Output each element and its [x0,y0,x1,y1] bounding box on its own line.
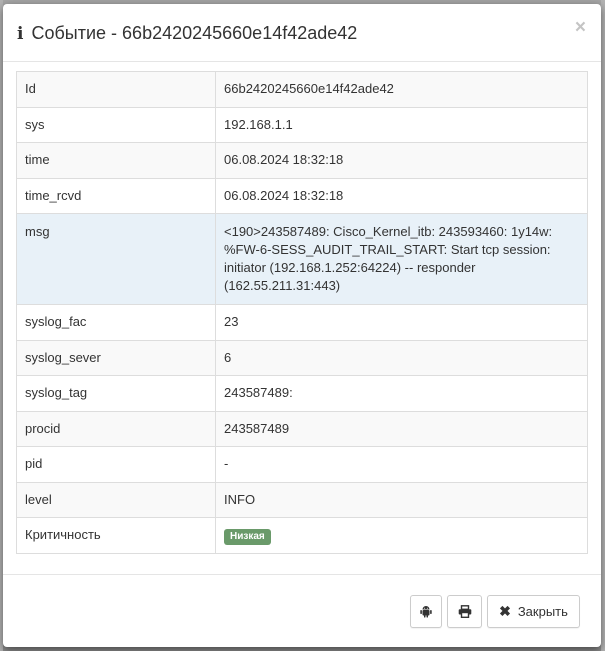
table-row: time 06.08.2024 18:32:18 [16,142,588,179]
table-row: syslog_sever 6 [16,339,588,376]
row-key: time_rcvd [16,177,216,214]
severity-badge: Низкая [224,528,271,545]
row-key: syslog_sever [16,339,216,376]
print-button[interactable] [447,595,482,628]
row-value: 66b2420245660e14f42ade42 [215,71,588,108]
row-value: <190>243587489: Cisco_Kernel_itb: 243593… [215,213,588,305]
table-row: syslog_fac 23 [16,304,588,341]
table-row: Id 66b2420245660e14f42ade42 [16,71,588,108]
row-key: sys [16,106,216,143]
row-key: Id [16,71,216,108]
table-row: syslog_tag 243587489: [16,375,588,412]
event-details-table: Id 66b2420245660e14f42ade42 sys 192.168.… [16,71,588,554]
close-button[interactable]: ✖ Закрыть [487,595,580,628]
table-row: Критичность Низкая [16,517,588,554]
table-row: procid 243587489 [16,410,588,447]
row-key: time [16,142,216,179]
row-value: INFO [215,481,588,518]
print-icon [458,605,471,618]
table-row: sys 192.168.1.1 [16,106,588,143]
row-key: pid [16,446,216,483]
android-button[interactable] [410,595,442,628]
row-key: level [16,481,216,518]
row-key: msg [16,213,216,305]
row-value: 243587489 [215,410,588,447]
table-row: time_rcvd 06.08.2024 18:32:18 [16,177,588,214]
close-button-label: Закрыть [517,604,568,619]
row-value: Низкая [215,517,588,554]
row-key: syslog_fac [16,304,216,341]
modal-title-text: Событие - 66b2420245660e14f42ade42 [31,23,358,43]
background-edge-right [601,0,605,651]
row-value: - [215,446,588,483]
modal-header: i Событие - 66b2420245660e14f42ade42 × [3,4,601,62]
close-icon[interactable]: × [575,18,586,37]
row-value: 6 [215,339,588,376]
row-value: 243587489: [215,375,588,412]
close-x-icon: ✖ [499,603,511,619]
row-key: procid [16,410,216,447]
modal-body: Id 66b2420245660e14f42ade42 sys 192.168.… [16,71,588,554]
row-value: 06.08.2024 18:32:18 [215,142,588,179]
row-value: 23 [215,304,588,341]
row-value: 06.08.2024 18:32:18 [215,177,588,214]
android-icon [420,606,432,618]
modal-footer: ✖ Закрыть [3,574,601,647]
table-row: msg <190>243587489: Cisco_Kernel_itb: 24… [16,213,588,305]
event-modal: i Событие - 66b2420245660e14f42ade42 × I… [3,4,601,647]
info-icon: i [17,24,24,44]
table-row: level INFO [16,481,588,518]
row-key: Критичность [16,517,216,554]
row-key: syslog_tag [16,375,216,412]
table-row: pid - [16,446,588,483]
modal-title: i Событие - 66b2420245660e14f42ade42 [17,23,357,44]
row-value: 192.168.1.1 [215,106,588,143]
